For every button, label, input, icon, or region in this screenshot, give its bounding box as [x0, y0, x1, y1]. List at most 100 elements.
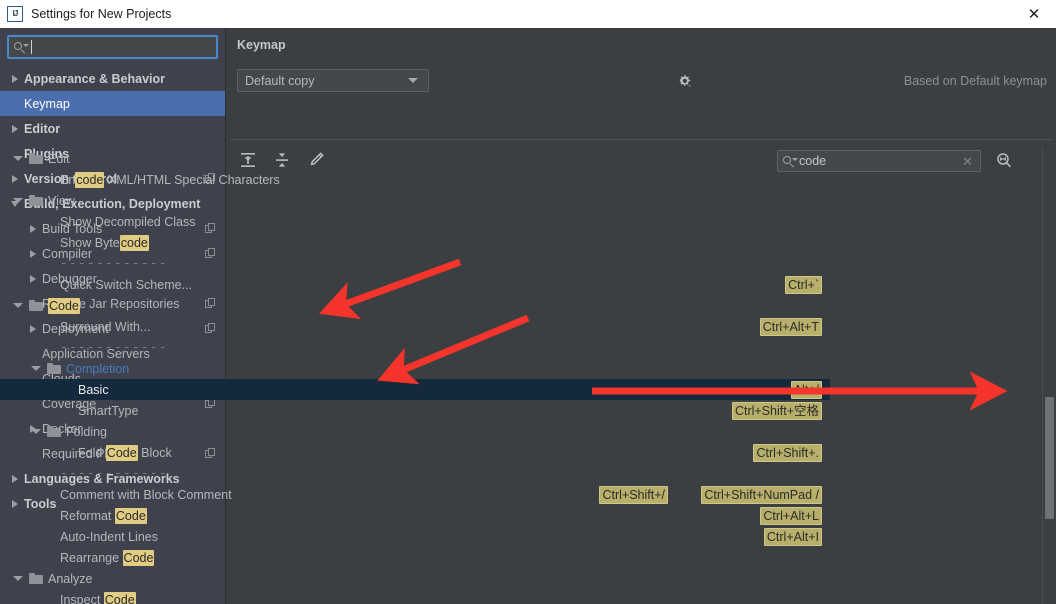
tree-scrollbar[interactable] — [1042, 148, 1056, 604]
tree-row-label: Analyze — [48, 571, 93, 586]
keymap-actions-tree: Edit Encode XML/HTML Special Characters Vi… — [0, 148, 830, 604]
search-match: Code — [122, 549, 155, 566]
tree-group-edit[interactable]: Edit — [0, 148, 830, 169]
sidebar-item-editor[interactable]: Editor — [0, 116, 225, 141]
text-caret — [31, 40, 32, 54]
settings-dialog: IJ Settings for New Projects ✕ Appearanc… — [0, 0, 1056, 604]
chevron-right-icon[interactable] — [8, 74, 22, 83]
gear-icon[interactable] — [675, 72, 692, 89]
tree-row-label: Surround With... — [60, 319, 151, 334]
shortcut-badge[interactable]: Ctrl+` — [785, 276, 822, 294]
tree-row-label: Rearrange Code — [60, 549, 155, 566]
tree-action-row[interactable]: Inspect Code — [0, 589, 830, 604]
chevron-down-icon[interactable] — [12, 300, 23, 311]
shortcut-badge[interactable]: Ctrl+Shift+空格 — [731, 402, 822, 420]
keymap-select-value: Default copy — [245, 73, 315, 88]
panel-divider — [230, 139, 1052, 140]
tree-separator: ------------ — [0, 337, 830, 358]
sidebar-item-label: Editor — [24, 121, 61, 136]
tree-group-view[interactable]: View — [0, 190, 830, 211]
tree-row-label: SmartType — [78, 403, 139, 418]
tree-action-row[interactable]: SmartType Ctrl+Shift+空格 — [0, 400, 830, 421]
tree-row-label: Fold Code Block — [78, 444, 172, 461]
keymap-select[interactable]: Default copy — [237, 69, 429, 92]
tree-row-label: Encode XML/HTML Special Characters — [60, 171, 280, 188]
separator-dashes: ------------ — [60, 466, 169, 481]
shortcut-badge[interactable]: Ctrl+Alt+I — [763, 528, 822, 546]
tree-action-row[interactable]: Comment with Block Comment Ctrl+Shift+Num… — [0, 484, 830, 505]
tree-group-analyze[interactable]: Analyze — [0, 568, 830, 589]
tree-group-completion[interactable]: Completion — [0, 358, 830, 379]
close-icon[interactable]: ✕ — [1012, 0, 1056, 27]
tree-row-label: Folding — [66, 424, 107, 439]
tree-group-folding[interactable]: Folding — [0, 421, 830, 442]
shortcut-badge[interactable]: Ctrl+Shift+. — [753, 444, 822, 462]
folder-icon — [29, 194, 43, 207]
chevron-down-icon — [408, 78, 418, 83]
tree-row-label: Auto-Indent Lines — [60, 529, 158, 544]
search-match: Code — [103, 591, 136, 604]
chevron-down-icon[interactable] — [12, 573, 23, 584]
tree-row-label: Reformat Code — [60, 507, 147, 524]
chevron-right-icon[interactable] — [8, 124, 22, 133]
tree-row-label: View — [48, 193, 75, 208]
sidebar-search-wrapper — [0, 28, 225, 64]
shortcut-badge[interactable]: Ctrl+Shift+NumPad / — [701, 486, 822, 504]
shortcut-badge[interactable]: Ctrl+Alt+T — [759, 318, 822, 336]
tree-action-row[interactable]: Show Bytecode — [0, 232, 830, 253]
search-match: code — [119, 234, 149, 251]
tree-row-label: Show Bytecode — [60, 234, 149, 251]
separator-dashes: ------------ — [60, 256, 169, 271]
tree-row-label: Code — [48, 297, 80, 314]
tree-action-row[interactable]: Surround With... Ctrl+Alt+T — [0, 316, 830, 337]
folder-icon — [47, 425, 61, 438]
tree-action-row[interactable]: Show Decompiled Class — [0, 211, 830, 232]
sidebar-item-label: Appearance & Behavior — [24, 71, 166, 86]
chevron-down-icon[interactable] — [12, 153, 23, 164]
window-title: Settings for New Projects — [31, 7, 172, 21]
tree-action-row[interactable]: Rearrange Code — [0, 547, 830, 568]
search-match: Code — [48, 297, 80, 314]
page-title: Keymap — [237, 38, 286, 52]
tree-action-row[interactable]: Auto-Indent Lines Ctrl+Alt+I — [0, 526, 830, 547]
search-match: Code — [114, 507, 147, 524]
tree-row-label: Comment with Block Comment — [60, 487, 232, 502]
search-match: code — [75, 171, 105, 188]
folder-icon — [29, 299, 43, 312]
tree-row-label: Edit — [48, 151, 70, 166]
tree-action-row[interactable]: Reformat Code Ctrl+Alt+L — [0, 505, 830, 526]
tree-row-label: Show Decompiled Class — [60, 214, 196, 229]
folder-icon — [29, 572, 43, 585]
tree-group-code[interactable]: Code — [0, 295, 830, 316]
shortcut-badge-secondary[interactable]: Ctrl+Shift+/ — [599, 486, 668, 504]
sidebar-item-appearance-behavior[interactable]: Appearance & Behavior — [0, 66, 225, 91]
shortcut-badge[interactable]: Ctrl+Alt+L — [760, 507, 822, 525]
chevron-down-icon[interactable] — [30, 426, 41, 437]
tree-action-row[interactable]: Encode XML/HTML Special Characters — [0, 169, 830, 190]
tree-separator: ------------ — [0, 253, 830, 274]
sidebar-item-keymap[interactable]: Keymap — [0, 91, 225, 116]
intellij-idea-icon: IJ — [7, 6, 23, 22]
shortcut-badge[interactable]: Alt+/ — [790, 381, 822, 399]
tree-action-row[interactable]: Fold Code Block Ctrl+Shift+. — [0, 442, 830, 463]
search-icon — [14, 41, 29, 54]
separator-dashes: ------------ — [60, 340, 169, 355]
tree-action-row[interactable]: Basic Alt+/ — [0, 379, 830, 400]
folder-icon — [29, 152, 43, 165]
find-by-shortcut-icon[interactable] — [994, 151, 1014, 171]
chevron-down-icon[interactable] — [12, 195, 23, 206]
tree-row-label: Inspect Code — [60, 591, 136, 604]
chevron-down-icon[interactable] — [30, 363, 41, 374]
sidebar-search-input[interactable] — [7, 35, 218, 59]
tree-scrollbar-thumb[interactable] — [1045, 397, 1054, 519]
tree-row-label: Quick Switch Scheme... — [60, 277, 192, 292]
tree-row-label: Completion — [66, 361, 130, 376]
title-bar: IJ Settings for New Projects ✕ — [0, 0, 1056, 29]
folder-icon — [47, 362, 61, 375]
tree-row-label: Basic — [78, 382, 109, 397]
tree-action-row[interactable]: Quick Switch Scheme... Ctrl+` — [0, 274, 830, 295]
search-match: Code — [105, 444, 138, 461]
tree-separator: ------------ — [0, 463, 830, 484]
clear-search-icon[interactable]: ✕ — [962, 155, 973, 168]
sidebar-item-label: Keymap — [24, 96, 70, 111]
